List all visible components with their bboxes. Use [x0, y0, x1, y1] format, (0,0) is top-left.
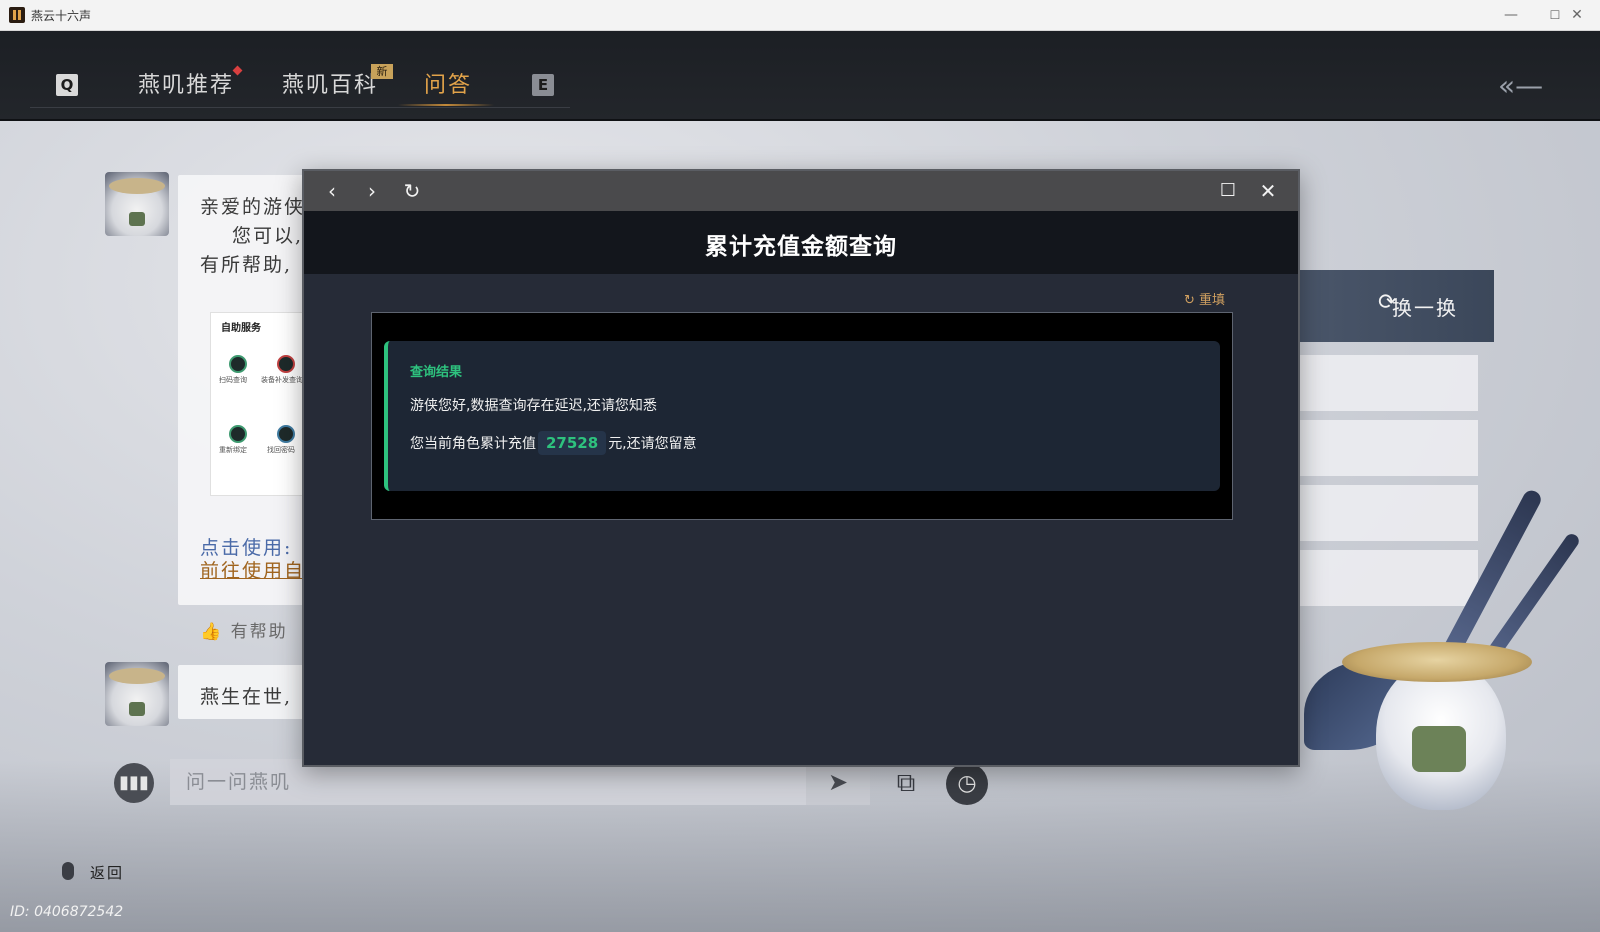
maximize-icon[interactable]: ☐ — [1214, 177, 1242, 205]
amount-suffix: 元,还请您留意 — [608, 436, 697, 452]
service-card-title: 自助服务 — [221, 323, 261, 334]
result-heading: 查询结果 — [410, 365, 463, 380]
service-label: 重新绑定 — [219, 446, 247, 454]
recover-password-icon[interactable] — [277, 425, 295, 443]
tab-qa[interactable]: 问答 — [424, 67, 472, 103]
result-line-delay: 游侠您好,数据查询存在延迟,还请您知悉 — [410, 398, 657, 414]
equipment-query-icon[interactable] — [277, 355, 295, 373]
helpful-button[interactable]: 👍 有帮助 — [200, 617, 288, 642]
message-2-text: 燕生在世, — [200, 686, 293, 708]
scan-query-icon[interactable] — [229, 355, 247, 373]
modal-header: 累计充值金额查询 — [304, 211, 1298, 274]
suggested-question[interactable] — [1300, 485, 1478, 541]
tab-recommend[interactable]: 燕叽推荐 — [138, 67, 234, 103]
modal-title: 累计充值金额查询 — [705, 234, 897, 260]
message-line-3: 有所帮助, — [200, 254, 293, 276]
mascot-bag — [1412, 726, 1466, 772]
tab-wiki[interactable]: 燕叽百科 — [282, 67, 378, 103]
back-icon[interactable]: ‹ — [318, 177, 346, 205]
message-line-1: 亲爱的游侠 — [200, 196, 306, 218]
self-service-link[interactable]: 前往使用自 — [200, 556, 305, 583]
recharge-query-modal: ‹ › ↻ ☐ ✕ 累计充值金额查询 ↻ 重填 查询结果 游侠您好,数据查询存在… — [302, 169, 1300, 767]
service-label: 找回密码 — [267, 446, 295, 454]
reload-icon[interactable]: ↻ — [398, 177, 426, 205]
top-nav: Q 燕叽推荐 燕叽百科 新 问答 E «— — [0, 31, 1600, 121]
result-card: 查询结果 游侠您好,数据查询存在延迟,还请您知悉 您当前角色累计充值 27528 元… — [384, 341, 1220, 491]
key-e-icon[interactable]: E — [532, 74, 554, 96]
reset-button[interactable]: ↻ 重填 — [1184, 289, 1225, 308]
helpful-label: 有帮助 — [230, 622, 288, 642]
reset-label: 重填 — [1199, 293, 1226, 308]
suggested-question[interactable] — [1300, 550, 1478, 606]
voice-icon[interactable]: ▮▮▮ — [114, 763, 154, 803]
os-window-title: 燕云十六声 — [31, 9, 92, 23]
recharge-amount: 27528 — [538, 431, 607, 455]
modal-toolbar: ‹ › ↻ ☐ ✕ — [304, 171, 1298, 211]
screenshot-icon[interactable]: ⧉ — [886, 763, 926, 803]
result-frame: 查询结果 游侠您好,数据查询存在延迟,还请您知悉 您当前角色累计充值 27528 元… — [371, 312, 1233, 520]
assistant-avatar — [105, 172, 169, 236]
app-icon — [9, 7, 25, 23]
forward-icon[interactable]: › — [358, 177, 386, 205]
nav-divider — [30, 107, 570, 108]
service-label: 扫码查询 — [219, 376, 247, 384]
minimize-button[interactable]: — — [1488, 0, 1534, 30]
close-button[interactable]: ✕ — [1554, 0, 1600, 30]
assistant-avatar — [105, 662, 169, 726]
clock-icon[interactable]: ◷ — [946, 763, 988, 805]
rebind-icon[interactable] — [229, 425, 247, 443]
swap-label: 换一换 — [1392, 296, 1458, 320]
return-label: 返回 — [90, 864, 125, 882]
mouse-icon — [62, 862, 74, 880]
red-dot-badge — [232, 65, 243, 76]
amount-prefix: 您当前角色累计充值 — [410, 436, 536, 452]
player-id: ID: 0406872542 — [10, 904, 124, 920]
thumbs-up-icon: 👍 — [200, 622, 224, 642]
key-q-icon[interactable]: Q — [56, 74, 78, 96]
service-label: 装备补发查询 — [261, 376, 303, 384]
suggested-question[interactable] — [1300, 420, 1478, 476]
active-tab-underline — [398, 104, 494, 106]
reset-icon: ↻ — [1184, 293, 1195, 308]
swap-button[interactable]: ⟳ 换一换 — [1300, 270, 1494, 342]
os-title-bar: 燕云十六声 — ☐ ✕ — [0, 0, 1600, 31]
result-line-amount: 您当前角色累计充值 27528 元,还请您留意 — [410, 431, 697, 455]
mascot-hat — [1342, 642, 1532, 682]
back-arrow-icon[interactable]: «— — [1498, 71, 1544, 101]
self-service-card[interactable]: 自助服务 扫码查询 装备补发查询 重新绑定 找回密码 — [210, 312, 304, 496]
new-badge: 新 — [371, 64, 393, 79]
message-line-2: 您可以, — [232, 225, 304, 247]
close-icon[interactable]: ✕ — [1254, 177, 1282, 205]
suggested-question[interactable] — [1300, 355, 1478, 411]
